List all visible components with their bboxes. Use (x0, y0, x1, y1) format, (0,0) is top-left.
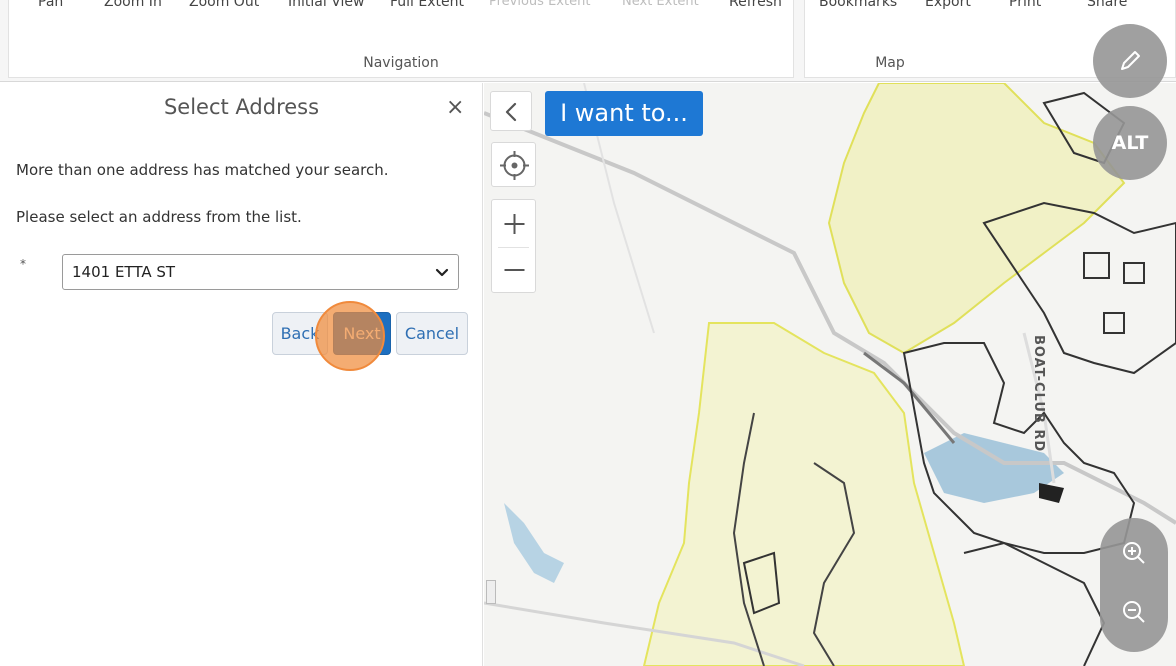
map-zoom-in-button[interactable] (1100, 523, 1168, 583)
tool-zoom-in[interactable]: Zoom In (104, 0, 162, 10)
chevron-left-icon (505, 102, 517, 122)
zoom-control (491, 199, 536, 293)
cancel-button[interactable]: Cancel (396, 312, 468, 355)
tool-full-extent[interactable]: Full Extent (390, 0, 464, 10)
chevron-down-icon (435, 268, 449, 277)
next-button[interactable]: Next (333, 312, 391, 355)
map-zoom-control (1100, 518, 1168, 652)
map-view[interactable]: I want to... (484, 83, 1176, 666)
select-address-panel: Select Address × More than one address h… (0, 83, 483, 666)
edit-button[interactable] (1093, 24, 1167, 98)
tool-zoom-out[interactable]: Zoom Out (189, 0, 259, 10)
tool-next-extent: Next Extent (622, 0, 699, 9)
map-group-label: Map (875, 55, 905, 71)
required-marker: * (20, 257, 26, 271)
alt-button[interactable]: ALT (1093, 106, 1167, 180)
road-label: BOAT-CLUB RD (1031, 335, 1046, 453)
minus-icon[interactable] (492, 247, 537, 294)
collapse-panel-button[interactable] (490, 91, 532, 131)
address-select-value: 1401 ETTA ST (72, 263, 176, 281)
tool-previous-extent: Previous Extent (489, 0, 591, 9)
back-button[interactable]: Back (272, 312, 328, 355)
close-button[interactable]: × (446, 95, 464, 120)
panel-resize-handle[interactable] (486, 580, 496, 604)
i-want-to-button[interactable]: I want to... (545, 91, 703, 136)
map-zoom-out-button[interactable] (1100, 582, 1168, 642)
tool-share[interactable]: Share (1087, 0, 1127, 10)
locate-button[interactable] (491, 142, 536, 187)
tool-export[interactable]: Export (925, 0, 971, 10)
navigation-group-label: Navigation (363, 55, 439, 71)
address-select[interactable]: 1401 ETTA ST (62, 254, 459, 290)
navigation-group: Pan Zoom In Zoom Out Initial View Full E… (8, 0, 794, 78)
match-message: More than one address has matched your s… (16, 161, 389, 179)
pencil-icon (1121, 51, 1140, 70)
tool-pan[interactable]: Pan (38, 0, 63, 10)
map-canvas (484, 83, 1176, 666)
magnify-plus-icon (1123, 542, 1145, 564)
tool-refresh[interactable]: Refresh (729, 0, 782, 10)
plus-icon[interactable] (492, 200, 537, 247)
instruction-message: Please select an address from the list. (16, 208, 302, 226)
ribbon-toolbar: Pan Zoom In Zoom Out Initial View Full E… (0, 0, 1176, 82)
tool-initial-view[interactable]: Initial View (288, 0, 364, 10)
tool-print[interactable]: Print (1009, 0, 1041, 10)
crosshair-icon (500, 151, 529, 180)
panel-title: Select Address (163, 95, 320, 119)
tool-bookmarks[interactable]: Bookmarks (819, 0, 897, 10)
magnify-minus-icon (1123, 601, 1145, 623)
